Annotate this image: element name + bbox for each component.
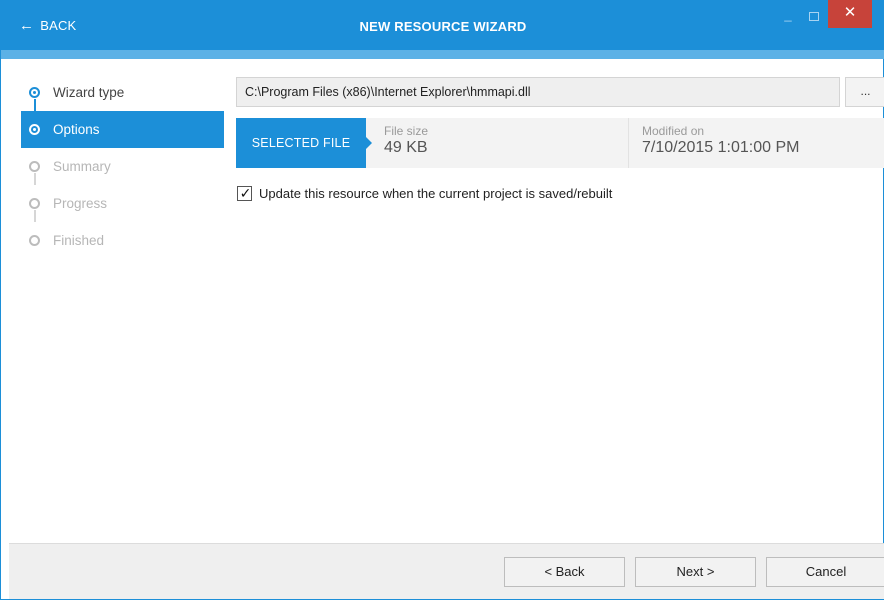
- back-button[interactable]: < Back: [504, 557, 625, 587]
- file-info-strip: SELECTED FILE File size 49 KB Modified o…: [236, 118, 884, 168]
- step-circle-icon: [29, 87, 40, 98]
- step-label: Finished: [53, 233, 105, 248]
- step-label: Options: [53, 122, 100, 137]
- step-summary: Summary: [21, 148, 224, 185]
- selected-file-badge: SELECTED FILE: [236, 118, 366, 168]
- file-size-info: File size 49 KB: [384, 124, 428, 157]
- step-options[interactable]: Options: [21, 111, 224, 148]
- step-label: Wizard type: [53, 85, 125, 100]
- maximize-icon[interactable]: [803, 9, 825, 27]
- update-resource-option[interactable]: ✓ Update this resource when the current …: [237, 185, 613, 201]
- step-circle-icon: [29, 198, 40, 209]
- wizard-steps: Wizard type Options Summary Progress Fin…: [21, 74, 224, 259]
- step-circle-icon: [29, 124, 40, 135]
- info-divider: [628, 118, 629, 168]
- file-size-label: File size: [384, 124, 429, 138]
- next-button[interactable]: Next >: [635, 557, 756, 587]
- update-resource-label: Update this resource when the current pr…: [259, 186, 613, 201]
- close-icon[interactable]: ✕: [828, 0, 872, 28]
- step-circle-icon: [29, 235, 40, 246]
- window-title: NEW RESOURCE WIZARD: [359, 19, 527, 34]
- wizard-window: ← BACK NEW RESOURCE WIZARD _ ✕ Wizard ty…: [0, 0, 884, 600]
- step-progress: Progress: [21, 185, 224, 222]
- modified-label: Modified on: [642, 124, 705, 138]
- cancel-button[interactable]: Cancel: [766, 557, 884, 587]
- title-bar: ← BACK NEW RESOURCE WIZARD _ ✕: [1, 0, 884, 50]
- modified-value: 7/10/2015 1:01:00 PM: [642, 139, 800, 156]
- checkmark-icon: ✓: [239, 185, 252, 201]
- step-label: Summary: [53, 159, 111, 174]
- browse-button[interactable]: ...: [845, 77, 884, 107]
- title-accent-bar: [1, 50, 884, 59]
- modified-info: Modified on 7/10/2015 1:01:00 PM: [642, 124, 799, 157]
- step-finished: Finished: [21, 222, 224, 259]
- step-label: Progress: [53, 196, 108, 211]
- file-path-field[interactable]: C:\Program Files (x86)\Internet Explorer…: [236, 77, 840, 107]
- file-size-value: 49 KB: [384, 139, 428, 156]
- badge-arrow-icon: [366, 137, 372, 149]
- minimize-icon[interactable]: _: [777, 8, 799, 26]
- step-wizard-type[interactable]: Wizard type: [21, 74, 224, 111]
- step-circle-icon: [29, 161, 40, 172]
- update-resource-checkbox[interactable]: ✓: [237, 185, 252, 201]
